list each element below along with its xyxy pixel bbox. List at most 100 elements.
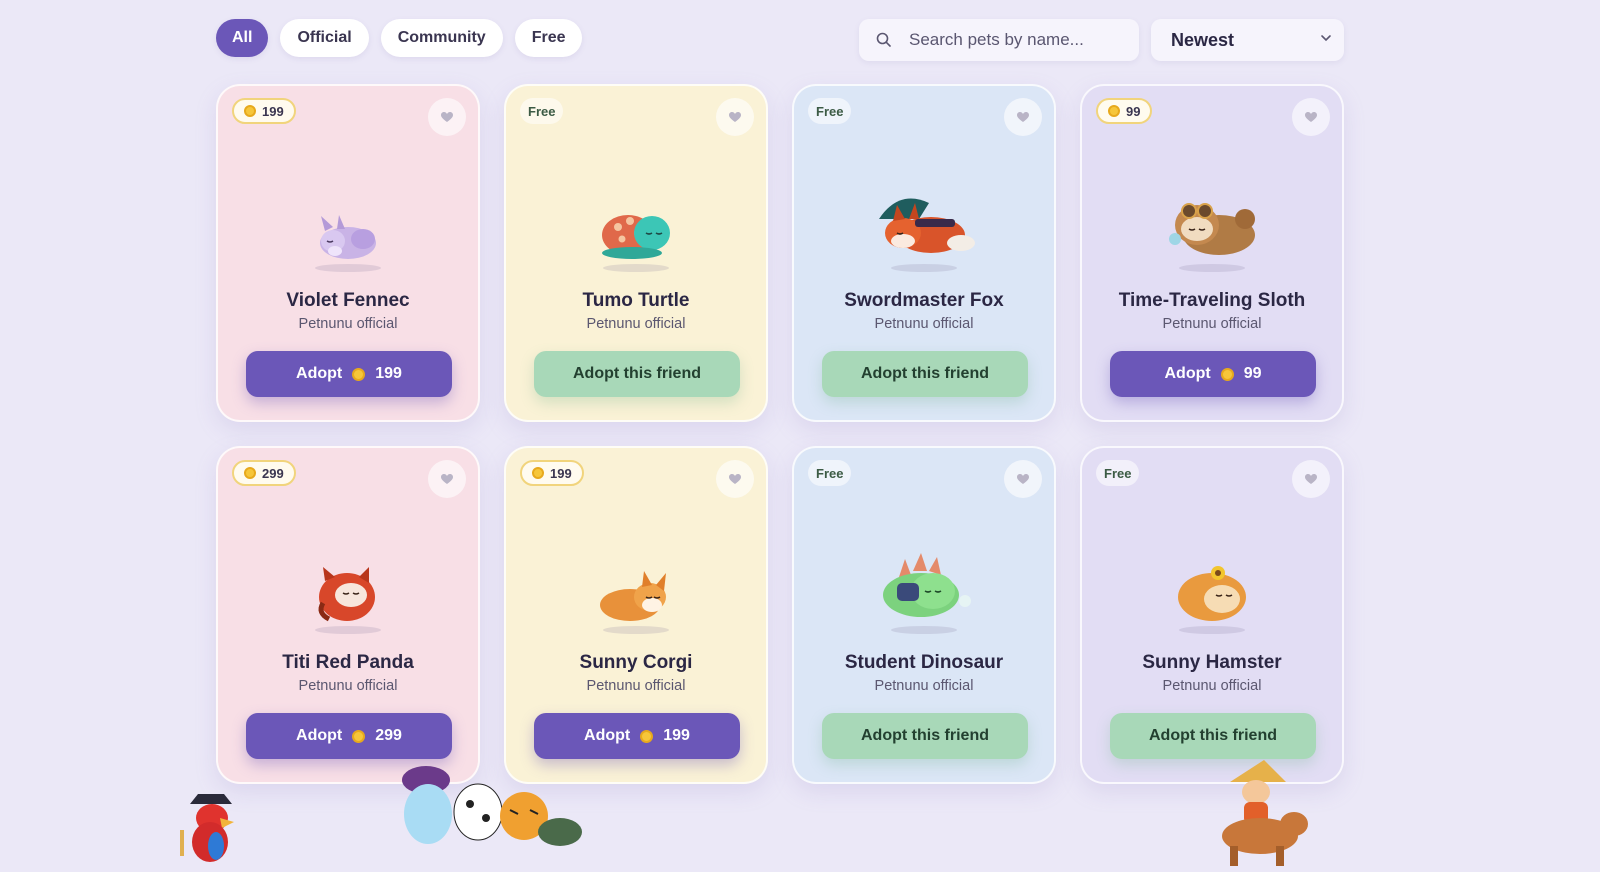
dinosaur-image	[864, 543, 984, 623]
pet-shadow	[603, 626, 669, 634]
heart-icon	[441, 473, 453, 484]
favorite-button[interactable]	[1004, 460, 1042, 498]
pet-marketplace: All Official Community Free Search pets …	[0, 0, 1600, 872]
search-input[interactable]: Search pets by name...	[859, 19, 1139, 61]
filter-official[interactable]: Official	[280, 19, 369, 57]
fox-image	[864, 181, 984, 261]
pet-shadow	[315, 626, 381, 634]
favorite-button[interactable]	[716, 460, 754, 498]
pet-creator: Petnunu official	[874, 678, 974, 694]
price-badge: 199	[520, 460, 584, 486]
search-icon	[859, 32, 909, 48]
adopt-price: 199	[375, 365, 402, 382]
price-badge-value: 99	[1126, 103, 1141, 119]
favorite-button[interactable]	[1292, 460, 1330, 498]
coin-icon	[640, 729, 654, 743]
friends-group-mascot	[400, 762, 586, 863]
favorite-button[interactable]	[716, 98, 754, 136]
adopt-label: Adopt	[584, 727, 631, 744]
pet-card[interactable]: Free Swordmaster Fox Petnunu official Ad…	[792, 84, 1056, 422]
pet-name: Sunny Hamster	[1142, 652, 1282, 673]
filter-all[interactable]: All	[216, 19, 269, 57]
sort-select[interactable]: Newest	[1151, 19, 1344, 61]
coin-icon	[352, 729, 366, 743]
pirate-parrot-mascot	[176, 790, 246, 872]
filter-community[interactable]: Community	[380, 19, 503, 57]
heart-icon	[729, 473, 741, 484]
adopt-label: Adopt	[296, 365, 343, 382]
coin-icon	[352, 367, 366, 381]
favorite-button[interactable]	[428, 460, 466, 498]
filter-free[interactable]: Free	[514, 19, 583, 57]
adopt-button[interactable]: Adopt 99	[1110, 351, 1316, 397]
corgi-image	[576, 543, 696, 623]
pet-card[interactable]: Free Sunny Hamster Petnunu official Adop…	[1080, 446, 1344, 784]
pet-creator: Petnunu official	[1162, 316, 1262, 332]
pet-creator: Petnunu official	[1162, 678, 1262, 694]
pet-shadow	[1179, 626, 1245, 634]
pet-card[interactable]: 199 Sunny Corgi Petnunu official Adopt 19…	[504, 446, 768, 784]
pet-creator: Petnunu official	[298, 678, 398, 694]
adopt-label: Adopt this friend	[861, 727, 989, 744]
pet-shadow	[891, 264, 957, 272]
adopt-button[interactable]: Adopt this friend	[822, 351, 1028, 397]
price-badge-value: 199	[262, 103, 284, 119]
free-badge: Free	[808, 98, 852, 124]
adopt-label: Adopt	[1164, 365, 1211, 382]
pet-shadow	[603, 264, 669, 272]
pet-grid: 199 Violet Fennec Petnunu official Adopt…	[216, 84, 1344, 784]
adopt-button[interactable]: Adopt this friend	[534, 351, 740, 397]
pet-creator: Petnunu official	[586, 678, 686, 694]
adopt-price: 99	[1243, 365, 1262, 382]
heart-icon	[1305, 111, 1317, 122]
pet-shadow	[315, 264, 381, 272]
pet-name: Titi Red Panda	[282, 652, 414, 673]
free-badge: Free	[520, 98, 564, 124]
pet-name: Swordmaster Fox	[844, 290, 1004, 311]
toolbar: All Official Community Free Search pets …	[216, 19, 1344, 61]
pet-name: Student Dinosaur	[844, 652, 1004, 673]
favorite-button[interactable]	[1292, 98, 1330, 136]
pet-shadow	[891, 626, 957, 634]
pet-card[interactable]: 299 Titi Red Panda Petnunu official Adop…	[216, 446, 480, 784]
price-badge-value: 299	[262, 465, 284, 481]
pet-card[interactable]: 99 Time-Traveling Sloth Petnunu official…	[1080, 84, 1344, 422]
adopt-label: Adopt this friend	[1149, 727, 1277, 744]
pet-card[interactable]: Free Tumo Turtle Petnunu official Adopt …	[504, 84, 768, 422]
free-badge: Free	[1096, 460, 1140, 486]
heart-icon	[729, 111, 741, 122]
pet-shadow	[1179, 264, 1245, 272]
adopt-button[interactable]: Adopt this friend	[1110, 713, 1316, 759]
search-placeholder: Search pets by name...	[909, 30, 1084, 49]
pet-name: Sunny Corgi	[579, 652, 693, 673]
favorite-button[interactable]	[428, 98, 466, 136]
turtle-image	[576, 181, 696, 261]
adopt-button[interactable]: Adopt this friend	[822, 713, 1028, 759]
price-badge: 99	[1096, 98, 1153, 124]
chevron-down-icon	[1320, 31, 1332, 49]
coin-icon	[532, 467, 544, 479]
red-panda-image	[288, 543, 408, 623]
favorite-button[interactable]	[1004, 98, 1042, 136]
hamster-image	[1152, 543, 1272, 623]
pet-creator: Petnunu official	[874, 316, 974, 332]
adopt-label: Adopt this friend	[573, 365, 701, 382]
pet-card[interactable]: 199 Violet Fennec Petnunu official Adopt…	[216, 84, 480, 422]
adopt-label: Adopt this friend	[861, 365, 989, 382]
heart-icon	[1017, 111, 1029, 122]
free-badge: Free	[808, 460, 852, 486]
heart-icon	[1305, 473, 1317, 484]
sort-value: Newest	[1171, 29, 1235, 50]
price-badge: 199	[232, 98, 296, 124]
pet-name: Time-Traveling Sloth	[1118, 290, 1306, 311]
heart-icon	[441, 111, 453, 122]
adopt-button[interactable]: Adopt 299	[246, 713, 452, 759]
pet-creator: Petnunu official	[298, 316, 398, 332]
coin-icon	[1220, 367, 1234, 381]
adopt-button[interactable]: Adopt 199	[534, 713, 740, 759]
adopt-label: Adopt	[296, 727, 343, 744]
pet-creator: Petnunu official	[586, 316, 686, 332]
pet-card[interactable]: Free Student Dinosaur Petnunu official A…	[792, 446, 1056, 784]
coin-icon	[244, 467, 256, 479]
adopt-button[interactable]: Adopt 199	[246, 351, 452, 397]
